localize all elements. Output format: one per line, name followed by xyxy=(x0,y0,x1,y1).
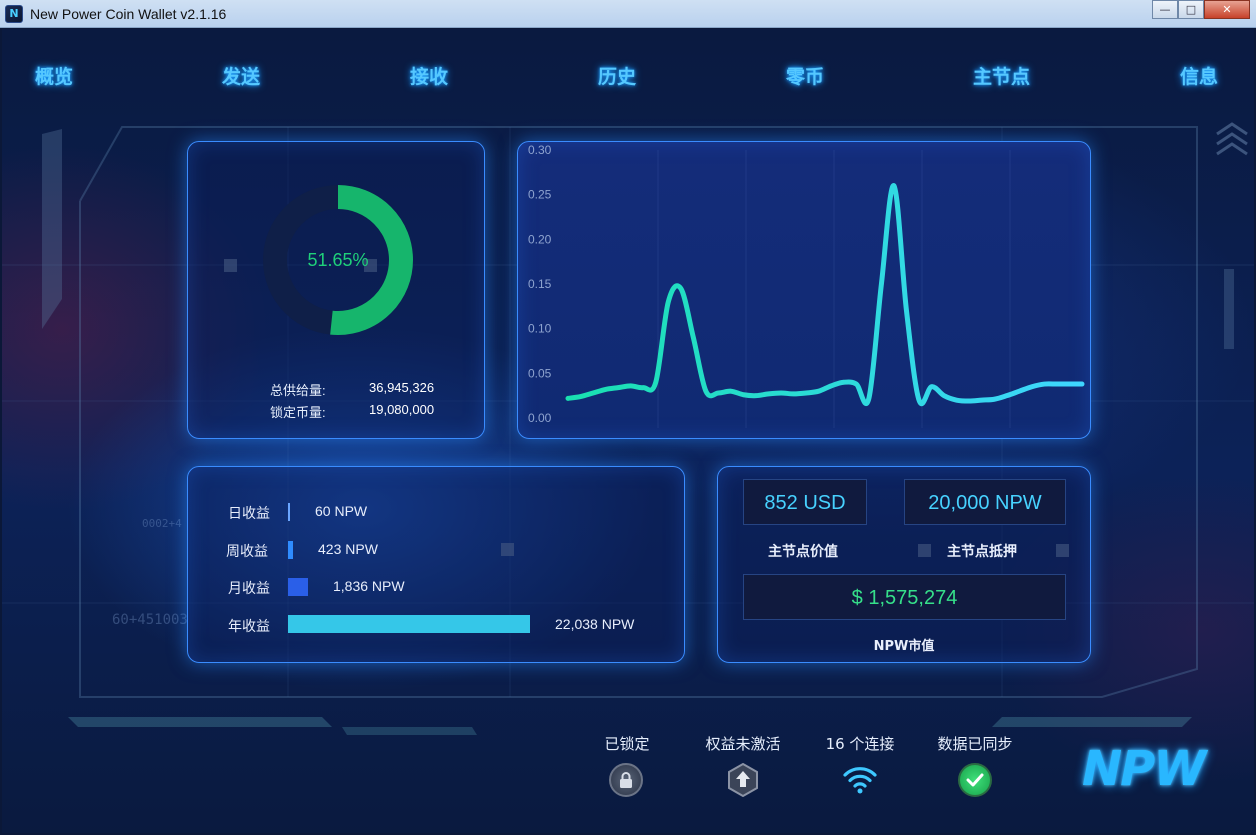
yearly-earnings-label: 年收益 xyxy=(228,618,270,634)
supply-donut-chart xyxy=(263,185,413,335)
decorative-code-text: 60+451003 xyxy=(112,612,188,628)
main-nav: 概览 发送 接收 历史 零币 主节点 信息 xyxy=(2,62,1254,96)
total-supply-label: 总供给量: xyxy=(270,383,326,398)
masternode-panel: 852 USD 20,000 NPW 主节点价值 主节点抵押 $ 1,575,2… xyxy=(717,466,1091,663)
price-line-chart: 0.30 0.25 0.20 0.15 0.10 0.05 0.00 xyxy=(528,143,1085,428)
nav-send[interactable]: 发送 xyxy=(222,62,260,89)
y-tick-label: 0.30 xyxy=(528,143,552,157)
title-bar[interactable]: N New Power Coin Wallet v2.1.16 — □ ✕ xyxy=(0,0,1256,28)
masternode-collateral-value: 20,000 NPW xyxy=(928,492,1042,514)
maximize-button[interactable]: □ xyxy=(1178,0,1204,19)
y-tick-label: 0.25 xyxy=(528,188,552,202)
total-supply-value: 36,945,326 xyxy=(369,380,435,395)
masternode-value-box: 852 USD xyxy=(743,479,867,525)
minimize-button[interactable]: — xyxy=(1152,0,1178,19)
close-button[interactable]: ✕ xyxy=(1204,0,1250,19)
market-cap-box: $ 1,575,274 xyxy=(743,574,1066,620)
yearly-earnings-value: 22,038 NPW xyxy=(555,616,635,632)
staking-inactive-icon[interactable] xyxy=(726,763,760,797)
weekly-earnings-bar xyxy=(288,541,293,559)
decorative-square xyxy=(224,259,237,272)
monthly-earnings-value: 1,836 NPW xyxy=(333,578,405,594)
masternode-collateral-label: 主节点抵押 xyxy=(947,544,1017,560)
monthly-earnings-bar xyxy=(288,578,308,596)
supply-percent: 51.65% xyxy=(307,250,369,270)
window-controls: — □ ✕ xyxy=(1152,0,1250,19)
y-tick-label: 0.00 xyxy=(528,411,552,425)
locked-supply-label: 锁定币量: xyxy=(270,405,326,420)
app-window: N New Power Coin Wallet v2.1.16 — □ ✕ 60… xyxy=(0,0,1256,835)
sync-status-label: 数据已同步 xyxy=(937,735,1013,753)
market-cap-value: $ 1,575,274 xyxy=(851,587,958,609)
nav-overview[interactable]: 概览 xyxy=(35,62,73,89)
yearly-earnings-bar xyxy=(288,615,530,633)
staking-status-label: 权益未激活 xyxy=(705,735,781,753)
daily-earnings-label: 日收益 xyxy=(228,505,270,521)
y-tick-label: 0.15 xyxy=(528,277,552,291)
weekly-earnings-label: 周收益 xyxy=(226,543,268,559)
wifi-icon[interactable] xyxy=(842,763,878,795)
decorative-square xyxy=(501,543,514,556)
synced-check-icon[interactable] xyxy=(958,763,992,797)
y-tick-label: 0.10 xyxy=(528,322,552,336)
locked-status-label: 已锁定 xyxy=(604,735,650,753)
locked-supply-value: 19,080,000 xyxy=(369,402,435,417)
connections-status-label: 16 个连接 xyxy=(825,735,895,753)
nav-receive[interactable]: 接收 xyxy=(410,62,448,89)
app-logo-icon: N xyxy=(5,4,23,23)
main-content: 60+451003 0002+4 概览 发送 接收 历史 零币 主节点 信息 5… xyxy=(2,29,1254,833)
price-series-line xyxy=(565,183,1085,407)
window-title: New Power Coin Wallet v2.1.16 xyxy=(30,5,227,22)
weekly-earnings-value: 423 NPW xyxy=(318,541,378,557)
y-tick-label: 0.05 xyxy=(528,366,552,380)
monthly-earnings-label: 月收益 xyxy=(228,580,270,596)
nav-zerocoin[interactable]: 零币 xyxy=(786,62,824,89)
market-cap-label: NPW市值 xyxy=(873,639,935,654)
masternode-collateral-box: 20,000 NPW xyxy=(904,479,1066,525)
price-chart-panel: 0.30 0.25 0.20 0.15 0.10 0.05 0.00 xyxy=(517,141,1091,439)
daily-earnings-value: 60 NPW xyxy=(315,503,368,519)
daily-earnings-bar xyxy=(288,503,290,521)
supply-panel: 51.65% 总供给量: 36,945,326 锁定币量: 19,080,000 xyxy=(187,141,485,439)
earnings-panel: 日收益 60 NPW 周收益 423 NPW 月收益 1,836 NPW 年收益… xyxy=(187,466,685,663)
masternode-value-label: 主节点价值 xyxy=(768,544,838,560)
nav-masternode[interactable]: 主节点 xyxy=(973,62,1030,89)
decorative-square xyxy=(1056,544,1069,557)
nav-history[interactable]: 历史 xyxy=(598,62,636,89)
lock-icon[interactable] xyxy=(609,763,643,797)
npw-brand-logo: NPW xyxy=(1082,741,1206,797)
decorative-code-text: 0002+4 xyxy=(142,517,182,530)
decorative-square xyxy=(918,544,931,557)
nav-info[interactable]: 信息 xyxy=(1180,62,1218,89)
masternode-value-usd: 852 USD xyxy=(764,492,846,514)
y-tick-label: 0.20 xyxy=(528,232,552,246)
